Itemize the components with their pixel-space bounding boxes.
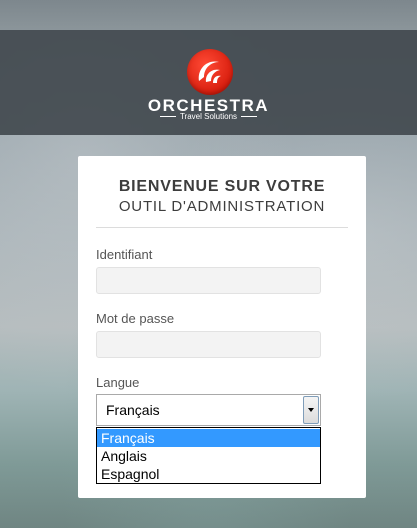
langue-option-espagnol[interactable]: Espagnol	[97, 465, 320, 483]
tagline-dash-right	[241, 116, 258, 118]
orchestra-logo-icon	[187, 49, 233, 95]
langue-dropdown-list: Français Anglais Espagnol	[96, 427, 321, 484]
langue-label: Langue	[96, 375, 140, 390]
langue-option-anglais[interactable]: Anglais	[97, 447, 320, 465]
langue-select[interactable]: Français	[96, 394, 321, 426]
chevron-down-icon[interactable]	[303, 396, 319, 424]
identifiant-input[interactable]	[96, 267, 321, 294]
welcome-subtitle: OUTIL D'ADMINISTRATION	[118, 198, 326, 215]
welcome-title: BIENVENUE SUR VOTRE	[118, 178, 326, 195]
password-label: Mot de passe	[96, 311, 175, 326]
tagline-dash-left	[159, 116, 176, 118]
top-band	[0, 0, 417, 30]
tagline-text: Travel Solutions	[179, 112, 238, 121]
langue-selected-value: Français	[106, 402, 160, 418]
langue-option-francais[interactable]: Français	[97, 429, 320, 447]
brand-tagline: Travel Solutions	[0, 112, 417, 121]
title-divider	[96, 227, 348, 228]
password-input[interactable]	[96, 331, 321, 358]
identifiant-label: Identifiant	[96, 247, 153, 262]
